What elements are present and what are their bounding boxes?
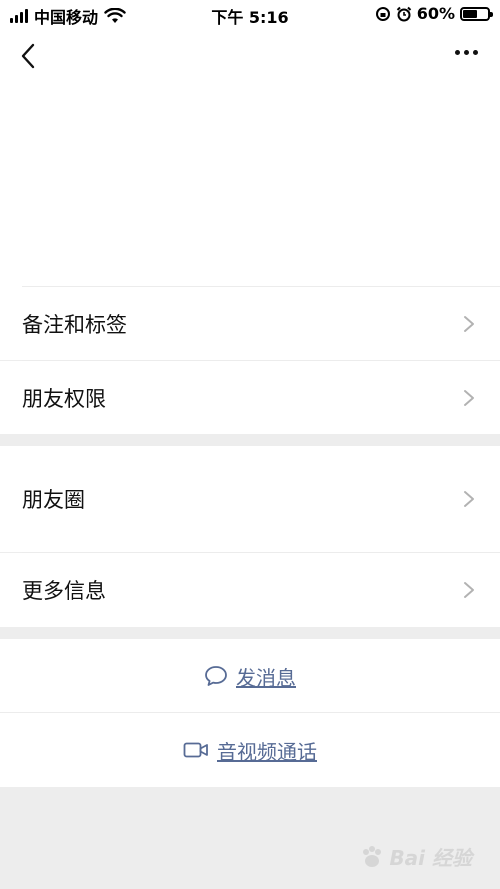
watermark-text: Bai 经验	[389, 846, 472, 870]
nav-bar	[0, 28, 500, 88]
alarm-icon	[396, 6, 411, 21]
rotation-lock-icon	[375, 6, 390, 21]
paw-logo-icon	[363, 845, 382, 867]
chevron-right-icon	[464, 582, 474, 598]
send-message-button[interactable]: 发消息	[0, 639, 500, 713]
row-label: 备注和标签	[22, 312, 127, 337]
back-button[interactable]	[14, 42, 44, 72]
chevron-right-icon	[464, 491, 474, 507]
more-button[interactable]	[455, 50, 478, 55]
status-right: 60%	[375, 4, 493, 23]
video-call-button[interactable]: 音视频通话	[0, 713, 500, 787]
battery-icon	[460, 6, 493, 21]
moments-row[interactable]: 朋友圈	[0, 446, 500, 552]
video-camera-icon	[183, 742, 208, 758]
row-label: 更多信息	[22, 579, 106, 603]
more-info-row[interactable]: 更多信息	[0, 553, 500, 627]
friend-permissions-row[interactable]: 朋友权限	[0, 361, 500, 434]
send-message-label: 发消息	[236, 665, 296, 690]
video-call-label: 音视频通话	[217, 739, 317, 764]
baidu-watermark: Bai 经验	[359, 842, 472, 871]
profile-area	[0, 88, 500, 287]
row-label: 朋友权限	[22, 386, 106, 411]
chevron-right-icon	[464, 315, 474, 332]
chat-bubble-icon	[205, 666, 227, 686]
row-label: 朋友圈	[22, 488, 85, 512]
remark-and-tags-row[interactable]: 备注和标签	[0, 287, 500, 360]
chevron-right-icon	[464, 389, 474, 406]
more-dots-icon	[455, 50, 460, 55]
chevron-left-icon	[21, 43, 35, 69]
status-bar: 中国移动 下午 5:16 60%	[0, 0, 500, 28]
battery-percent: 60%	[416, 4, 455, 23]
